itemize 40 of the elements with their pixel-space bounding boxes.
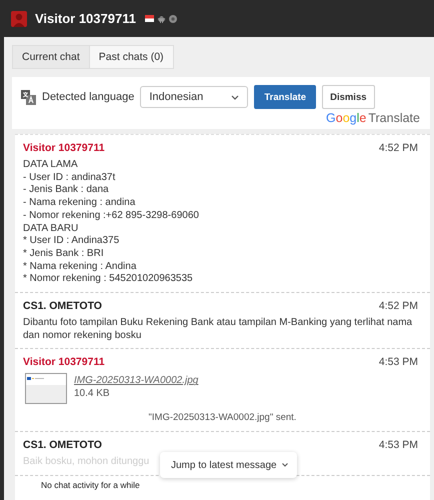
message-text: DATA BARU	[23, 222, 78, 236]
jump-to-latest-button[interactable]: Jump to latest message	[160, 452, 297, 478]
message-text: Dibantu foto tampilan Buku Rekening Bank atau tampilan M-Banking yang terlihat nama dan nomor rekening bosku	[23, 317, 414, 342]
file-link[interactable]: IMG-20250313-WA0002.jpg	[74, 375, 198, 386]
sender-name: Visitor 10379711	[23, 356, 105, 368]
message-time: 4:53 PM	[378, 356, 418, 368]
image-thumbnail[interactable]	[25, 373, 67, 404]
tab[interactable]: Current chat	[12, 45, 90, 69]
tab[interactable]: Past chats (0)	[90, 45, 174, 69]
message-text: - Nomor rekening :+62 895-3298-69060	[23, 210, 199, 223]
chevron-down-icon	[282, 463, 288, 467]
message-text: * Nomor rekening : 545201020963535	[23, 273, 193, 286]
sender-name: CS1. OMETOTO	[23, 300, 102, 312]
message-text: - User ID : andina37t	[23, 172, 116, 184]
activity-notice: No chat activity for a while	[41, 480, 140, 490]
message-text: - Nama rekening : andina	[23, 197, 136, 210]
message-text: * User ID : Andina375	[23, 235, 120, 248]
sender-name: CS1. OMETOTO	[23, 439, 102, 452]
translate-icon	[21, 90, 36, 104]
window-title: Visitor 10379711	[35, 11, 136, 26]
sender-name: Visitor 10379711	[23, 142, 105, 154]
message-time: 4:52 PM	[378, 142, 418, 154]
android-icon	[158, 14, 165, 22]
flag-icon	[144, 15, 154, 22]
detected-language-label: Detected language	[42, 91, 134, 103]
message-text: - Jenis Bank : dana	[23, 184, 109, 198]
file-size: 10.4 KB	[74, 388, 111, 400]
avatar-icon	[11, 10, 27, 26]
dismiss-button[interactable]: Dismiss	[322, 85, 375, 109]
language-dropdown[interactable]: Indonesian	[140, 86, 248, 108]
message-time: 4:52 PM	[378, 300, 418, 312]
message-text: * Jenis Bank : BRI	[23, 248, 104, 261]
message-text: DATA LAMA	[23, 159, 78, 172]
translate-button[interactable]: Translate	[254, 85, 316, 109]
message-time: 4:53 PM	[378, 439, 418, 452]
file-sent-note: "IMG-20250313-WA0002.jpg" sent.	[148, 412, 298, 424]
google-translate-logo: Google Translate	[325, 111, 420, 125]
chrome-icon	[168, 14, 177, 22]
chevron-down-icon	[231, 94, 240, 100]
message-text: * Nama rekening : Andina	[23, 260, 136, 274]
